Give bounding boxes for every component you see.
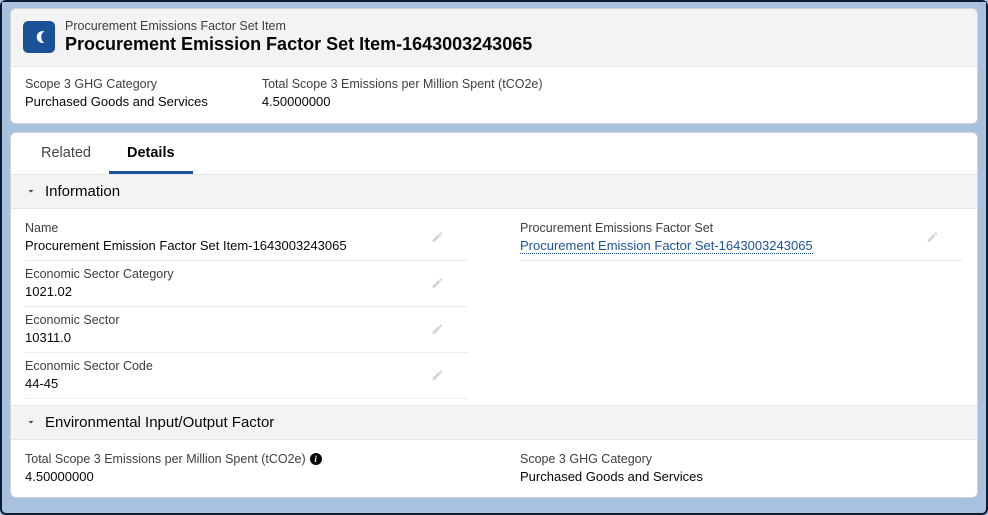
edit-name-button[interactable]: [431, 231, 444, 244]
section-toggle-envio[interactable]: Environmental Input/Output Factor: [11, 405, 977, 440]
page-title: Procurement Emission Factor Set Item-164…: [65, 33, 532, 56]
compact-scope3-category-label: Scope 3 GHG Category: [25, 77, 208, 91]
section-toggle-information[interactable]: Information: [11, 175, 977, 209]
chevron-down-icon: [25, 416, 37, 428]
tabs-card: Related Details Information Name Procure…: [10, 132, 978, 498]
field-econ-sector-category-value: 1021.02: [25, 281, 468, 299]
object-type-label: Procurement Emissions Factor Set Item: [65, 19, 532, 33]
edit-econ-sector-code-button[interactable]: [431, 369, 444, 382]
field-total-scope3-value: 4.50000000: [25, 466, 468, 484]
field-total-scope3-label: Total Scope 3 Emissions per Million Spen…: [25, 452, 468, 466]
field-name-value: Procurement Emission Factor Set Item-164…: [25, 235, 468, 253]
record-type-icon: [23, 21, 55, 53]
tab-related[interactable]: Related: [23, 133, 109, 174]
section-title-envio: Environmental Input/Output Factor: [45, 414, 274, 431]
edit-parent-set-button[interactable]: [926, 231, 939, 244]
field-econ-sector-code-label: Economic Sector Code: [25, 359, 468, 373]
compact-layout: Scope 3 GHG Category Purchased Goods and…: [11, 66, 977, 123]
field-parent-set-label: Procurement Emissions Factor Set: [520, 221, 963, 235]
field-scope3-category-value: Purchased Goods and Services: [520, 466, 963, 484]
field-econ-sector-label: Economic Sector: [25, 313, 468, 327]
field-econ-sector-category-label: Economic Sector Category: [25, 267, 468, 281]
tab-details[interactable]: Details: [109, 133, 193, 174]
field-name-label: Name: [25, 221, 468, 235]
edit-econ-sector-category-button[interactable]: [431, 277, 444, 290]
compact-total-scope3-value: 4.50000000: [262, 94, 543, 109]
info-icon[interactable]: i: [310, 453, 322, 465]
section-title-information: Information: [45, 183, 120, 200]
record-header-card: Procurement Emissions Factor Set Item Pr…: [10, 8, 978, 124]
chevron-down-icon: [25, 185, 37, 197]
compact-total-scope3-label: Total Scope 3 Emissions per Million Spen…: [262, 77, 543, 91]
field-econ-sector-code-value: 44-45: [25, 373, 468, 391]
tabset: Related Details: [11, 133, 977, 175]
field-parent-set-link[interactable]: Procurement Emission Factor Set-16430032…: [520, 238, 813, 254]
field-econ-sector-value: 10311.0: [25, 327, 468, 345]
edit-econ-sector-button[interactable]: [431, 323, 444, 336]
compact-scope3-category-value: Purchased Goods and Services: [25, 94, 208, 109]
field-scope3-category-label: Scope 3 GHG Category: [520, 452, 963, 466]
